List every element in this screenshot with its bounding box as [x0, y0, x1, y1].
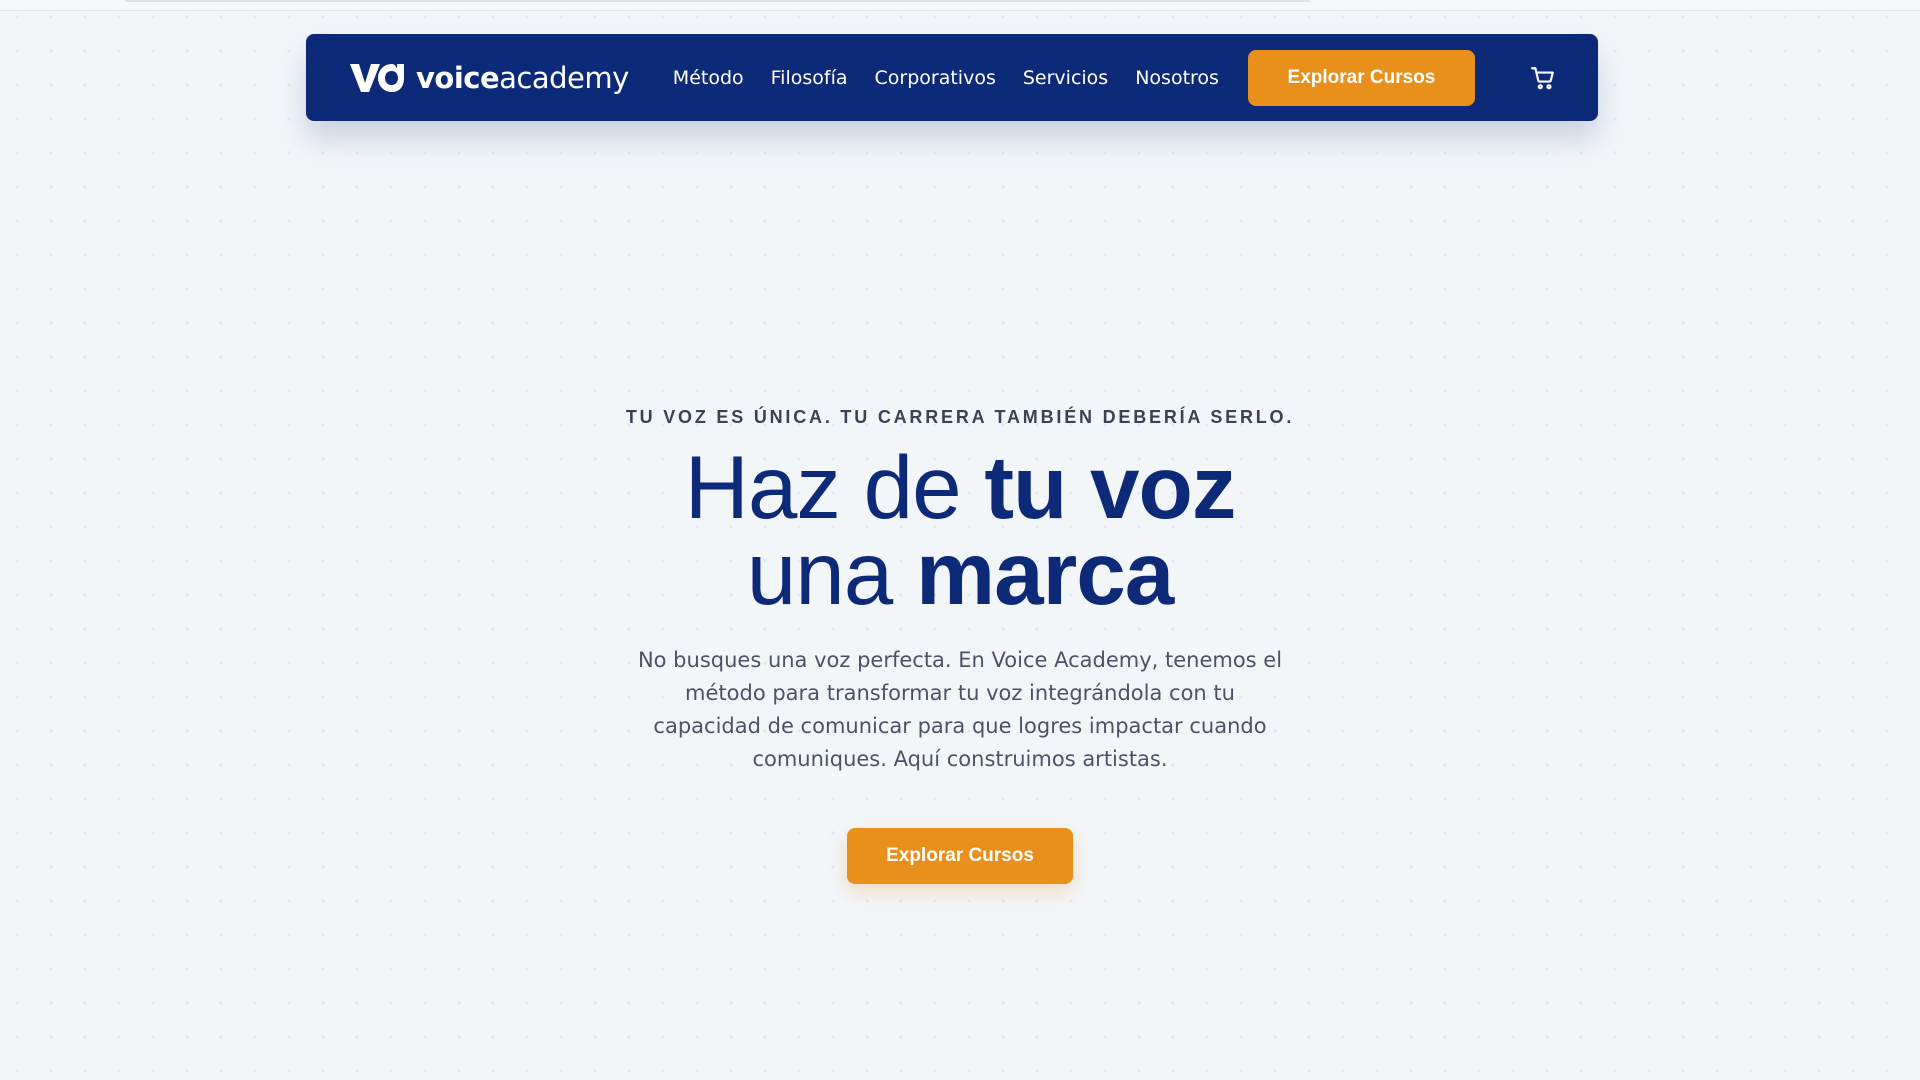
- top-divider: [125, 0, 1310, 2]
- brand-name-light: academy: [499, 60, 629, 95]
- nav-link-corporativos[interactable]: Corporativos: [875, 67, 996, 89]
- hero-headline: Haz de tu voz una marca: [0, 443, 1920, 618]
- nav-link-servicios[interactable]: Servicios: [1023, 67, 1108, 89]
- brand-wordmark: voiceacademy: [416, 61, 629, 95]
- cart-icon: [1531, 66, 1554, 89]
- va-logo-icon: [350, 63, 404, 92]
- nav-link-nosotros[interactable]: Nosotros: [1135, 67, 1219, 89]
- nav-links: Método Filosofía Corporativos Servicios …: [673, 49, 1475, 106]
- main-navbar: voiceacademy Método Filosofía Corporativ…: [306, 34, 1598, 121]
- nav-link-filosofia[interactable]: Filosofía: [771, 67, 848, 89]
- brand-logo[interactable]: voiceacademy: [348, 58, 629, 98]
- hero-explore-courses-button[interactable]: Explorar Cursos: [847, 828, 1073, 884]
- brand-name-strong: voice: [416, 60, 500, 95]
- headline-line2-bold: marca: [915, 523, 1174, 623]
- headline-line2-light: una: [746, 523, 916, 623]
- nav-link-metodo[interactable]: Método: [673, 67, 744, 89]
- nav-explore-courses-button[interactable]: Explorar Cursos: [1247, 49, 1475, 106]
- hero-eyebrow: TU VOZ ES ÚNICA. TU CARRERA TAMBIÉN DEBE…: [625, 407, 1295, 427]
- hero-description: No busques una voz perfecta. En Voice Ac…: [637, 648, 1283, 771]
- browser-top-edge: [0, 0, 1920, 11]
- headline-line1-bold: tu voz: [984, 437, 1236, 537]
- hero-section: TU VOZ ES ÚNICA. TU CARRERA TAMBIÉN DEBE…: [0, 400, 1920, 884]
- headline-line1-light: Haz de: [684, 437, 985, 537]
- cart-button[interactable]: [1528, 63, 1558, 93]
